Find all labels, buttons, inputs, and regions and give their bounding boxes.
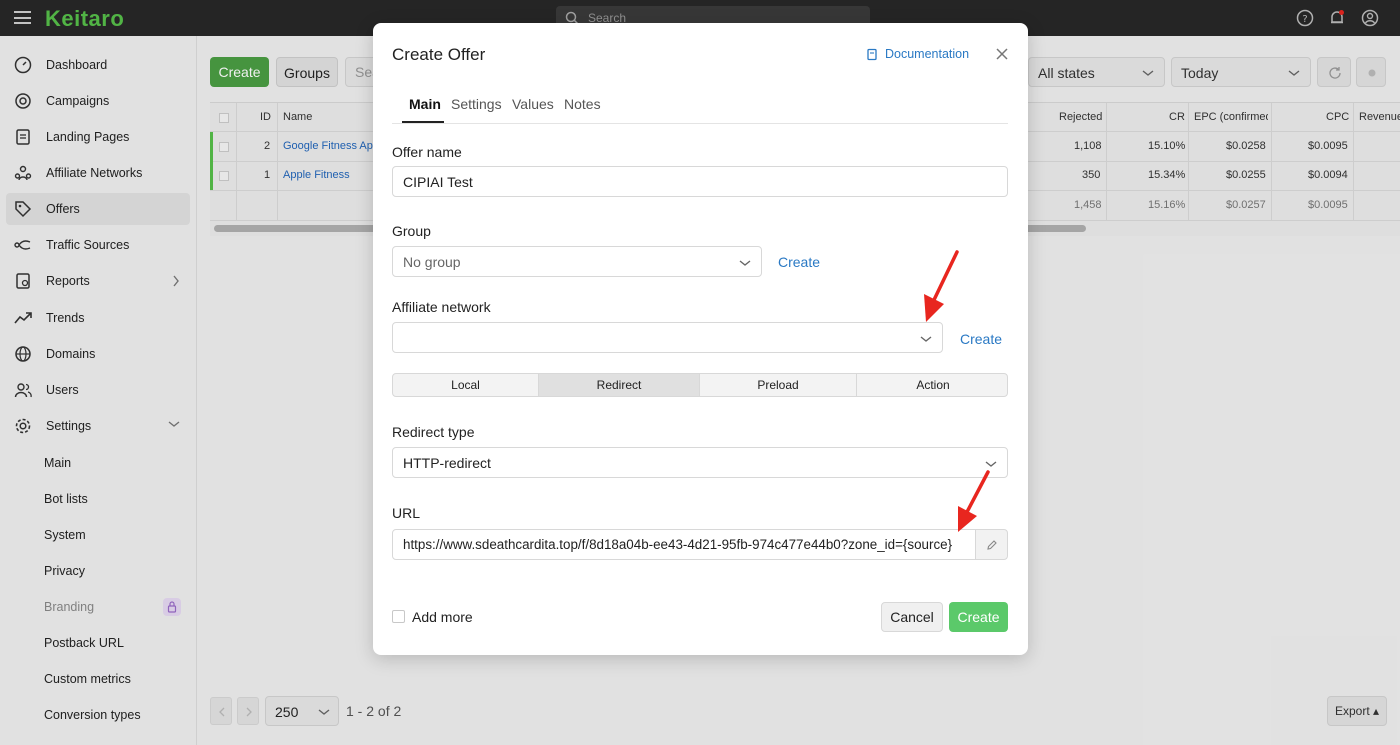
create-group-link[interactable]: Create: [778, 254, 820, 270]
tab-notes[interactable]: Notes: [564, 96, 601, 112]
close-icon[interactable]: [995, 47, 1009, 61]
annotation-arrow-icon: [924, 250, 959, 322]
tab-main[interactable]: Main: [409, 96, 441, 112]
active-tab-indicator: [402, 121, 444, 123]
modal-title: Create Offer: [392, 45, 486, 64]
chevron-down-icon: [985, 461, 997, 467]
documentation-label: Documentation: [885, 47, 970, 61]
tab-settings[interactable]: Settings: [451, 96, 502, 112]
group-label: Group: [392, 223, 431, 239]
group-select[interactable]: No group: [392, 246, 762, 277]
segment-redirect[interactable]: Redirect: [539, 374, 700, 396]
create-affiliate-network-link[interactable]: Create: [960, 331, 1002, 347]
create-offer-modal: Create Offer Documentation Main Settings…: [373, 23, 1028, 655]
cancel-button[interactable]: Cancel: [881, 602, 943, 632]
offer-name-input[interactable]: CIPIAI Test: [392, 166, 1008, 197]
documentation-link[interactable]: Documentation: [867, 47, 970, 61]
segment-local[interactable]: Local: [393, 374, 539, 396]
create-button[interactable]: Create: [949, 602, 1008, 632]
segment-action[interactable]: Action: [857, 374, 1007, 396]
chevron-down-icon: [920, 336, 932, 342]
redirect-type-select[interactable]: HTTP-redirect: [392, 447, 1008, 478]
offer-type-segmented-control: Local Redirect Preload Action: [392, 373, 1008, 397]
affiliate-network-select[interactable]: [392, 322, 943, 353]
affiliate-network-label: Affiliate network: [392, 299, 491, 315]
redirect-type-label: Redirect type: [392, 424, 475, 440]
url-label: URL: [392, 505, 421, 521]
modal-tabs: Main Settings Values Notes: [392, 92, 1008, 124]
annotation-arrow-icon: [958, 470, 990, 532]
add-more-label: Add more: [412, 609, 473, 625]
pencil-icon: [987, 540, 997, 550]
group-select-value: No group: [403, 254, 461, 270]
tab-values[interactable]: Values: [512, 96, 554, 112]
chevron-down-icon: [739, 260, 751, 266]
book-icon: [867, 48, 877, 61]
add-more-checkbox[interactable]: [392, 610, 405, 623]
offer-name-label: Offer name: [392, 144, 462, 160]
url-input[interactable]: https://www.sdeathcardita.top/f/8d18a04b…: [392, 529, 976, 560]
redirect-type-value: HTTP-redirect: [403, 455, 491, 471]
segment-preload[interactable]: Preload: [700, 374, 857, 396]
